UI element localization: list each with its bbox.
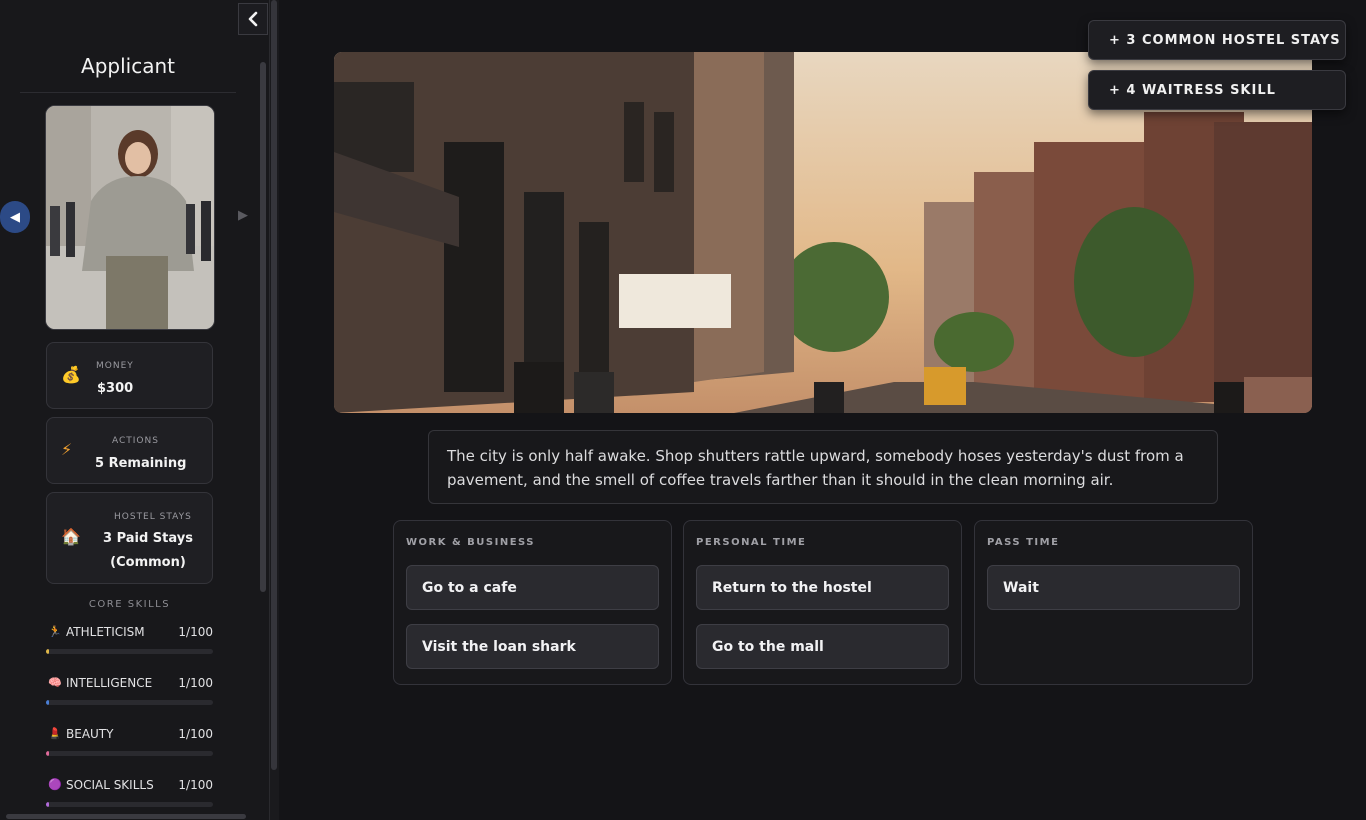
character-sidebar: Applicant ◀ ▶ 💰 MONEY $300 ⚡ ACTIONS 5 R… — [0, 0, 270, 820]
skill-social-skills: 🟣 SOCIAL SKILLS 1/100 — [46, 778, 213, 808]
collapse-sidebar-button[interactable] — [238, 3, 268, 35]
hostel-stays-value-line2: (Common) — [110, 555, 186, 570]
house-icon: 🏠 — [61, 527, 81, 546]
core-skills-heading: CORE SKILLS — [88, 599, 171, 610]
notification-hostel-stays: + 3 COMMON HOSTEL STAYS — [1088, 20, 1346, 60]
actions-value: 5 Remaining — [95, 456, 187, 471]
money-label: MONEY — [96, 361, 134, 371]
skill-name: SOCIAL SKILLS — [66, 778, 154, 792]
money-value: $300 — [97, 381, 134, 396]
skill-progress-fill — [46, 649, 50, 654]
notification-waitress-skill: + 4 WAITRESS SKILL — [1088, 70, 1346, 110]
lightning-icon: ⚡ — [61, 440, 73, 459]
page-scrollbar[interactable] — [270, 0, 279, 820]
skill-progress-fill — [46, 802, 50, 807]
skill-progress-fill — [46, 751, 50, 756]
skill-progress-bar — [46, 751, 213, 756]
skill-value: 1/100 — [178, 625, 213, 639]
hostel-stays-value-line1: 3 Paid Stays — [103, 531, 193, 546]
skill-name: INTELLIGENCE — [66, 676, 153, 690]
skill-progress-fill — [46, 700, 50, 705]
narration-text: The city is only half awake. Shop shutte… — [428, 430, 1218, 504]
hostel-stays-card: 🏠 HOSTEL STAYS 3 Paid Stays (Common) — [46, 492, 213, 584]
sidebar-horizontal-scrollbar-thumb[interactable] — [6, 814, 246, 819]
money-bag-icon: 💰 — [61, 365, 81, 384]
panel-title: PASS TIME — [987, 537, 1060, 548]
hostel-stays-label: HOSTEL STAYS — [114, 512, 192, 522]
triangle-left-icon: ◀ — [10, 209, 20, 225]
skill-athleticism: 🏃 ATHLETICISM 1/100 — [46, 625, 213, 655]
sidebar-scrollbar[interactable] — [258, 50, 268, 810]
wait-button[interactable]: Wait — [987, 565, 1240, 610]
actions-card: ⚡ ACTIONS 5 Remaining — [46, 417, 213, 484]
skill-progress-bar — [46, 649, 213, 654]
character-title: Applicant — [81, 54, 175, 78]
panel-work-business: WORK & BUSINESS Go to a cafe Visit the l… — [393, 520, 672, 685]
panel-pass-time: PASS TIME Wait — [974, 520, 1253, 685]
skill-intelligence: 🧠 INTELLIGENCE 1/100 — [46, 676, 213, 706]
skill-progress-bar — [46, 802, 213, 807]
visit-loan-shark-button[interactable]: Visit the loan shark — [406, 624, 659, 669]
previous-character-button[interactable]: ◀ — [0, 201, 30, 233]
social-icon: 🟣 — [48, 778, 62, 791]
go-to-mall-button[interactable]: Go to the mall — [696, 624, 949, 669]
skill-progress-bar — [46, 700, 213, 705]
sidebar-horizontal-scrollbar[interactable] — [0, 812, 269, 820]
title-divider — [20, 92, 236, 93]
chevron-left-icon — [248, 11, 258, 27]
triangle-right-icon: ▶ — [238, 208, 248, 223]
lipstick-icon: 💄 — [48, 727, 62, 740]
panel-title: WORK & BUSINESS — [406, 537, 535, 548]
skill-value: 1/100 — [178, 727, 213, 741]
panel-title: PERSONAL TIME — [696, 537, 807, 548]
next-character-button[interactable]: ▶ — [238, 208, 248, 223]
brain-icon: 🧠 — [48, 676, 62, 689]
skill-beauty: 💄 BEAUTY 1/100 — [46, 727, 213, 757]
skill-value: 1/100 — [178, 778, 213, 792]
go-to-cafe-button[interactable]: Go to a cafe — [406, 565, 659, 610]
skill-value: 1/100 — [178, 676, 213, 690]
money-card: 💰 MONEY $300 — [46, 342, 213, 409]
skill-name: BEAUTY — [66, 727, 114, 741]
character-portrait — [45, 105, 215, 330]
actions-label: ACTIONS — [112, 436, 159, 446]
game-screen: Applicant ◀ ▶ 💰 MONEY $300 ⚡ ACTIONS 5 R… — [0, 0, 1366, 820]
skill-name: ATHLETICISM — [66, 625, 145, 639]
runner-icon: 🏃 — [48, 625, 62, 638]
sidebar-scrollbar-thumb[interactable] — [260, 62, 266, 592]
panel-personal-time: PERSONAL TIME Return to the hostel Go to… — [683, 520, 962, 685]
return-to-hostel-button[interactable]: Return to the hostel — [696, 565, 949, 610]
page-scrollbar-thumb[interactable] — [271, 0, 277, 770]
